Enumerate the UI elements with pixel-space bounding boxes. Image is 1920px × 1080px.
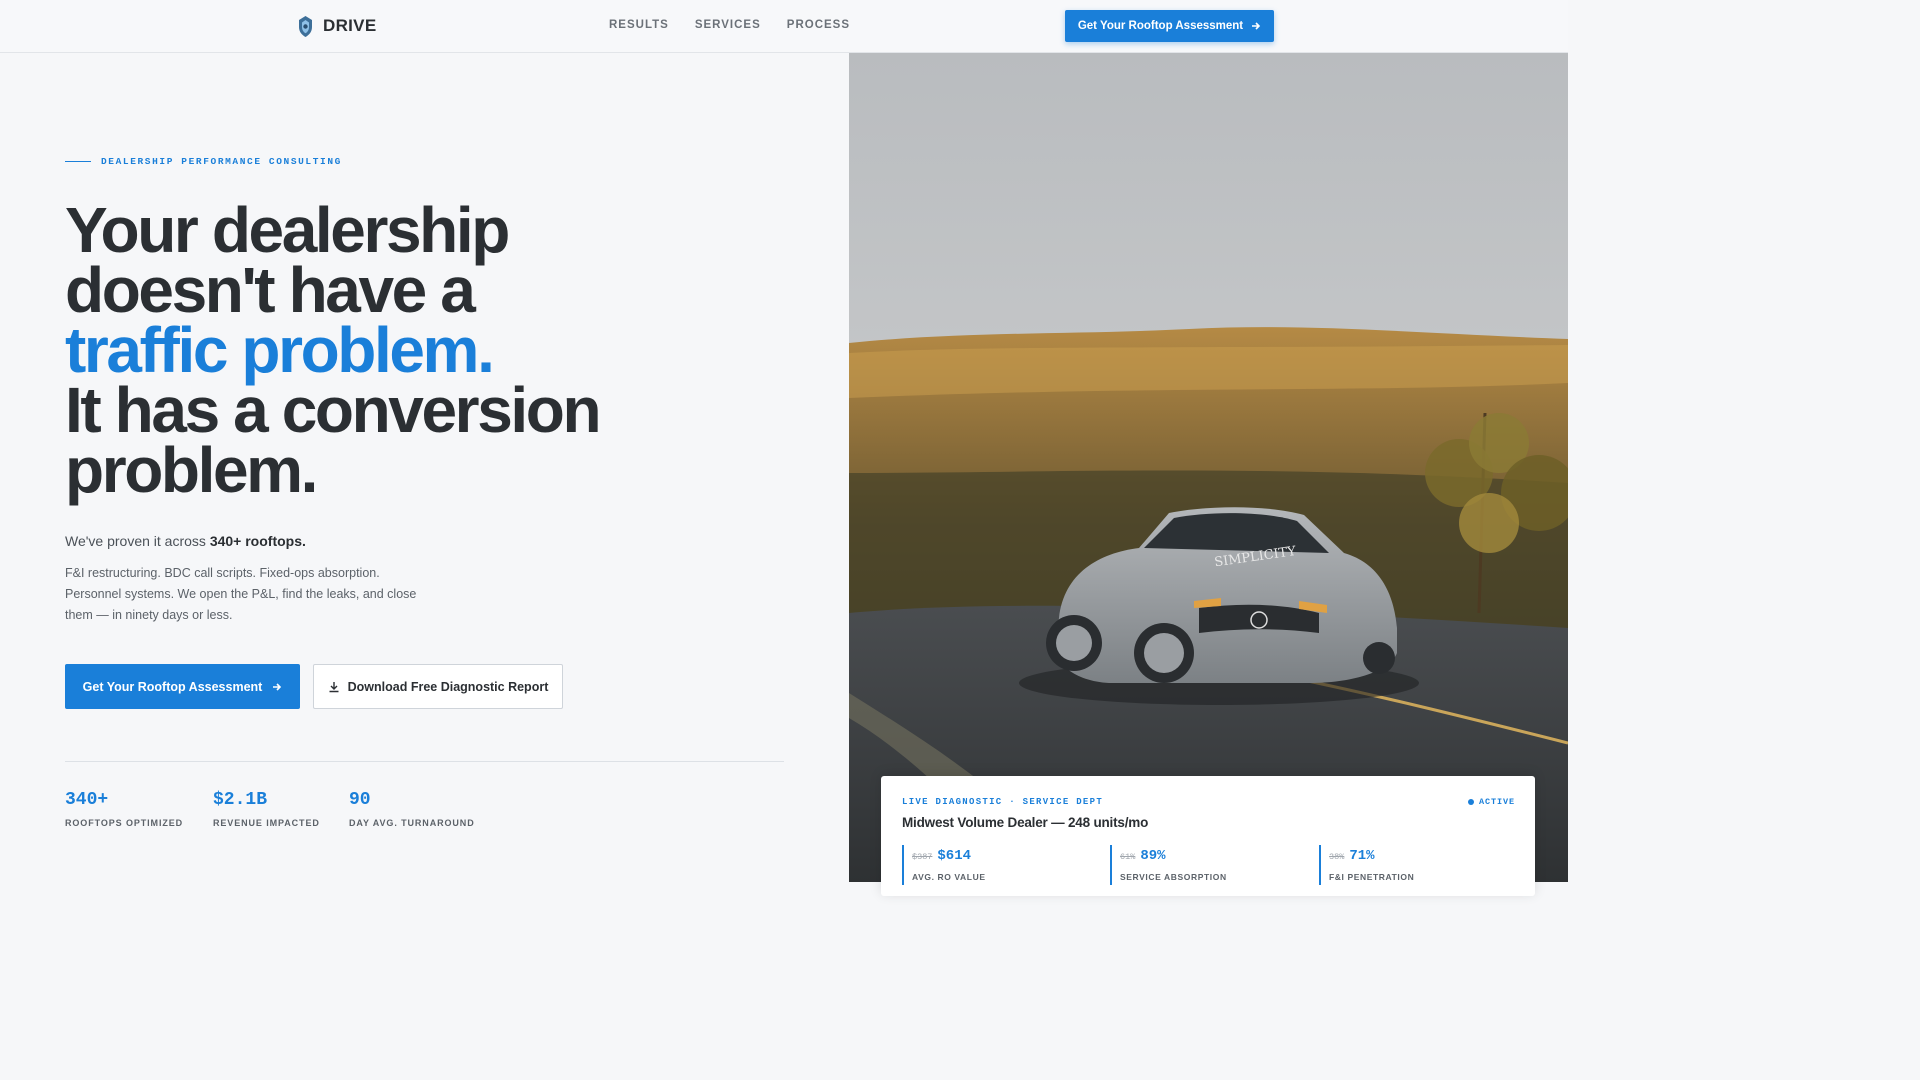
live-diagnostic-card: LIVE DIAGNOSTIC · SERVICE DEPT ACTIVE Mi… — [881, 776, 1535, 896]
stat-label: ROOFTOPS OPTIMIZED — [65, 818, 184, 828]
metric-values: 38% 71% — [1329, 848, 1509, 864]
stat-label: DAY AVG. TURNAROUND — [349, 818, 475, 828]
metric-old-value: 38% — [1329, 852, 1345, 862]
metric-new-value: 71% — [1349, 848, 1375, 864]
stat-revenue: $2.1B REVENUE IMPACTED — [213, 790, 320, 828]
metric-values: $387 $614 — [912, 848, 1092, 864]
metric-old-value: 61% — [1120, 852, 1136, 862]
hero-photo: SIMPLICITY — [849, 53, 1568, 882]
stat-value: $2.1B — [213, 790, 268, 810]
download-report-label: Download Free Diagnostic Report — [347, 679, 549, 694]
metric-label: F&I PENETRATION — [1329, 872, 1415, 882]
car-on-road-image: SIMPLICITY — [849, 53, 1568, 882]
status-badge: ACTIVE — [1467, 797, 1515, 807]
nav-assessment-button[interactable]: Get Your Rooftop Assessment — [1065, 10, 1274, 42]
metric-values: 61% 89% — [1120, 848, 1300, 864]
diagnostic-eyebrow: LIVE DIAGNOSTIC · SERVICE DEPT — [902, 797, 1104, 807]
stats-divider — [65, 761, 784, 762]
stat-rooftops: 340+ ROOFTOPS OPTIMIZED — [65, 790, 183, 828]
metric-label: SERVICE ABSORPTION — [1120, 872, 1227, 882]
download-report-button[interactable]: Download Free Diagnostic Report — [313, 664, 563, 709]
headline-line-2: doesn't have a — [65, 254, 476, 326]
primary-assessment-button[interactable]: Get Your Rooftop Assessment — [65, 664, 300, 709]
hero-proof: We've proven it across 340+ rooftops. — [65, 533, 306, 549]
diagnostic-title: Midwest Volume Dealer — 248 units/mo — [902, 815, 1149, 830]
status-text: ACTIVE — [1478, 797, 1515, 807]
brand-name: DRIVE — [323, 16, 377, 35]
metric-new-value: 89% — [1140, 848, 1166, 864]
metric-fi-penetration: 38% 71% F&I PENETRATION — [1319, 845, 1509, 885]
proof-count: 340+ rooftops. — [209, 533, 306, 549]
nav-link-process[interactable]: PROCESS — [787, 19, 850, 31]
stat-turnaround: 90 DAY AVG. TURNAROUND — [349, 790, 475, 828]
stat-label: REVENUE IMPACTED — [213, 818, 320, 828]
headline-line-4: It has a conversion — [65, 374, 602, 446]
hero-description: F&I restructuring. BDC call scripts. Fix… — [65, 566, 417, 622]
metric-new-value: $614 — [937, 848, 972, 864]
headline-line-5: problem. — [65, 434, 318, 506]
nav-link-services[interactable]: SERVICES — [695, 19, 761, 31]
stat-value: 90 — [349, 790, 371, 810]
arrow-right-icon — [273, 682, 282, 691]
metric-service-absorption: 61% 89% SERVICE ABSORPTION — [1110, 845, 1300, 885]
status-dot-icon — [1467, 799, 1474, 805]
metric-old-value: $387 — [912, 852, 933, 862]
metric-label: AVG. RO VALUE — [912, 872, 986, 882]
proof-prefix: We've proven it across — [65, 533, 210, 549]
top-nav: DRIVE RESULTS SERVICES PROCESS Get Your … — [0, 0, 1568, 53]
drive-logo-icon — [299, 15, 312, 37]
eyebrow-rule — [65, 161, 91, 162]
eyebrow-text: DEALERSHIP PERFORMANCE CONSULTING — [101, 156, 342, 167]
hero-eyebrow: DEALERSHIP PERFORMANCE CONSULTING — [65, 156, 342, 167]
hero-headline: Your dealership doesn't have a traffic p… — [65, 194, 765, 506]
headline-accent: traffic problem. — [65, 314, 495, 386]
stat-value: 340+ — [65, 790, 109, 810]
download-icon — [329, 681, 339, 692]
nav-assessment-label: Get Your Rooftop Assessment — [1077, 20, 1244, 32]
nav-links: RESULTS SERVICES PROCESS — [609, 19, 850, 31]
nav-link-results[interactable]: RESULTS — [609, 19, 669, 31]
headline-line-1: Your dealership — [65, 194, 510, 266]
metric-ro-value: $387 $614 AVG. RO VALUE — [902, 845, 1092, 885]
arrow-right-icon — [1252, 22, 1261, 30]
brand-logo[interactable]: DRIVE — [296, 14, 376, 38]
primary-cta-label: Get Your Rooftop Assessment — [82, 679, 263, 694]
